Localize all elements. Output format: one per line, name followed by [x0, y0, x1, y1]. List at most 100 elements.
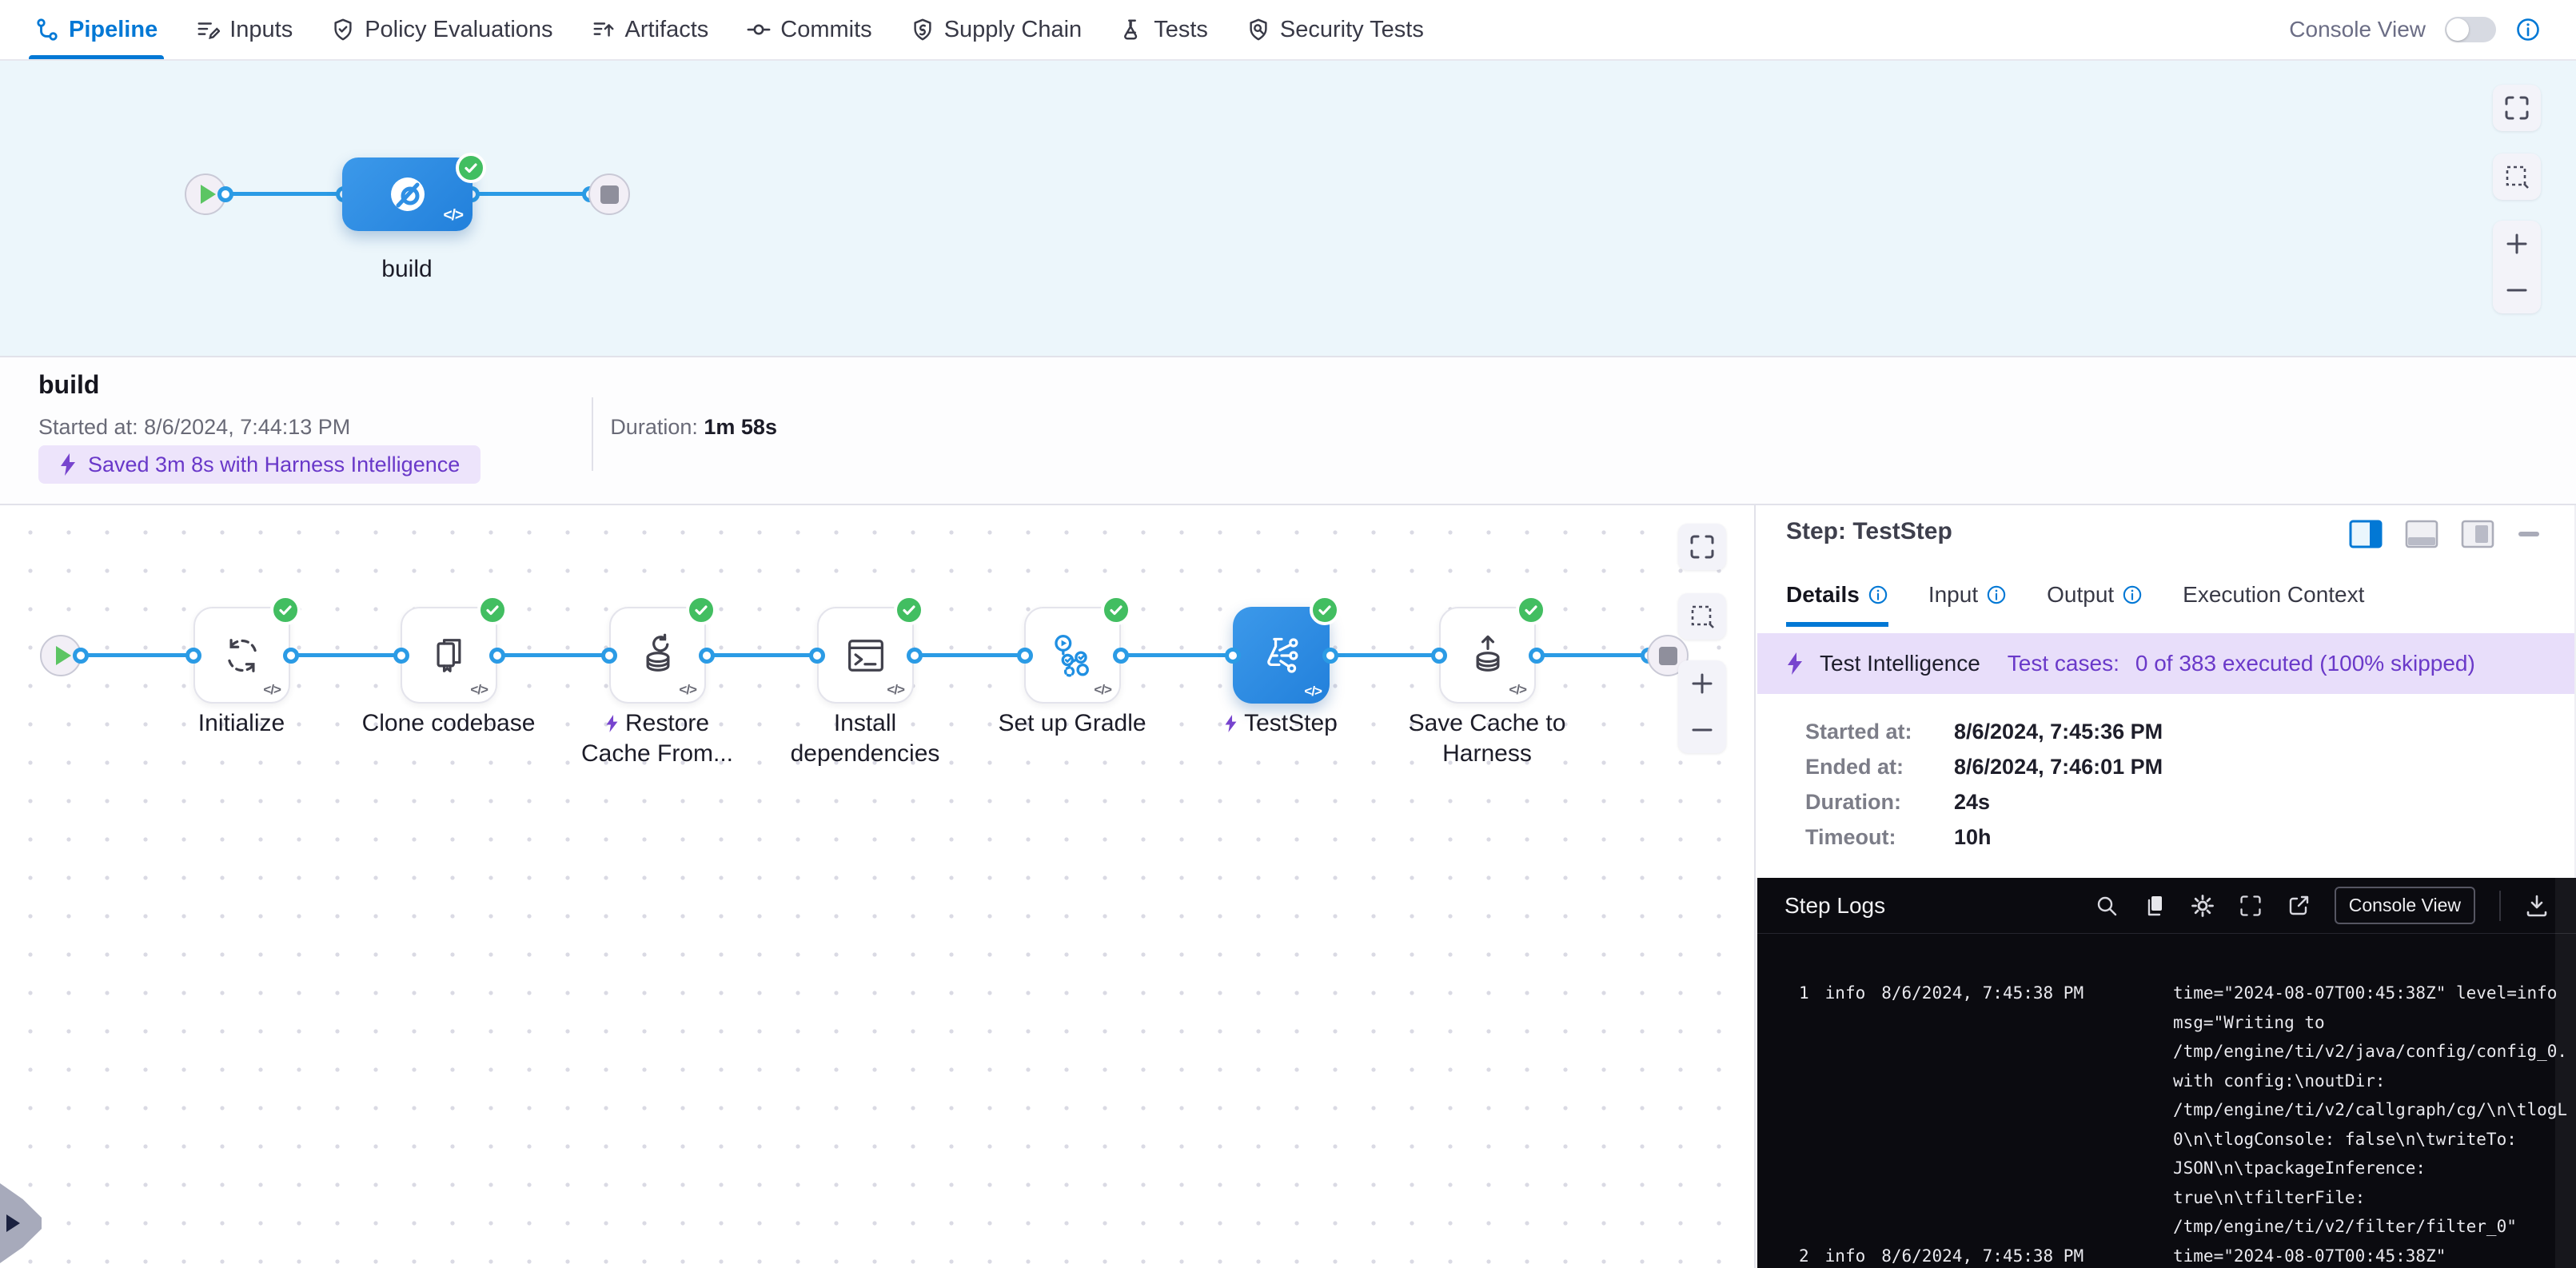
ti-cases-label: Test cases:	[2008, 651, 2119, 676]
tab-security-tests[interactable]: Security Tests	[1246, 0, 1424, 59]
logs-body[interactable]: 1 info 8/6/2024, 7:45:38 PM time="2024-08-…	[1799, 979, 2555, 1268]
layout-bottom-icon[interactable]	[2405, 520, 2438, 548]
terminal-icon	[842, 632, 890, 680]
minimize-icon[interactable]	[2517, 531, 2541, 537]
tab-label: Commits	[780, 17, 871, 43]
success-badge	[894, 595, 924, 625]
started-value: 8/6/2024, 7:44:13 PM	[144, 415, 350, 439]
layout-float-icon[interactable]	[2461, 520, 2494, 548]
edge	[1537, 653, 1649, 657]
console-view-button[interactable]: Console View	[2335, 887, 2475, 924]
sync-icon	[218, 632, 266, 680]
log-line-number: 2	[1799, 1246, 1809, 1266]
tab-label: Policy Evaluations	[365, 17, 552, 43]
info-icon[interactable]	[2515, 17, 2541, 42]
pipeline-icon	[35, 18, 59, 42]
zoom-out-icon[interactable]	[2493, 267, 2541, 313]
detail-row: Timeout:10h	[1805, 825, 1896, 850]
tab-input[interactable]: Input	[1928, 582, 2007, 622]
yaml-code-icon: </>	[679, 682, 696, 698]
savings-text: Saved 3m 8s with Harness Intelligence	[88, 453, 460, 477]
log-message: time="2024-08-07T00:45:38Z"	[2173, 1242, 2555, 1268]
panel-layout-controls	[2349, 520, 2541, 548]
log-line: 2info8/6/2024, 7:45:38 PM time="2024-08-…	[1799, 1242, 2555, 1268]
stage-label[interactable]: build	[271, 254, 543, 285]
port	[699, 648, 715, 664]
log-message: time="2024-08-07T00:45:38Z" level=info m…	[2173, 979, 2567, 1242]
marquee-select-icon[interactable]	[2493, 154, 2541, 200]
harness-intelligence-badge[interactable]: Saved 3m 8s with Harness Intelligence	[38, 445, 481, 484]
tab-output[interactable]: Output	[2047, 582, 2143, 622]
marquee-select-icon[interactable]	[1678, 593, 1726, 640]
stage-meta: Started at: 8/6/2024, 7:44:13 PM Duratio…	[38, 415, 777, 440]
expand-drawer-handle[interactable]	[0, 1183, 42, 1263]
log-time: 8/6/2024, 7:45:38 PM	[1881, 1246, 2084, 1266]
test-intelligence-banner[interactable]: Test Intelligence Test cases: 0 of 383 e…	[1757, 633, 2576, 694]
build-stage-icon	[387, 173, 429, 215]
fullscreen-icon[interactable]	[2239, 894, 2263, 918]
yaml-code-icon: </>	[470, 682, 488, 698]
tab-label: Inputs	[229, 17, 293, 43]
log-level: info	[1825, 983, 1866, 1003]
shield-scan-icon	[1246, 18, 1270, 42]
port	[1017, 648, 1033, 664]
copy-icon[interactable]	[2143, 894, 2167, 918]
info-icon	[2122, 584, 2143, 605]
lightning-icon	[1786, 652, 1804, 676]
step-label[interactable]: Save Cache to Harness	[1351, 708, 1623, 769]
yaml-code-icon: </>	[1094, 682, 1111, 698]
success-badge	[477, 595, 508, 625]
edge	[707, 653, 817, 657]
edge	[81, 653, 193, 657]
cache-restore-icon	[634, 632, 682, 680]
console-view-toggle[interactable]	[2445, 17, 2496, 42]
detail-row: Duration:24s	[1805, 790, 1901, 815]
logs-scrollbar-gutter[interactable]	[2555, 878, 2576, 1268]
port	[1529, 648, 1545, 664]
pipeline-execution-page: Pipeline Inputs Policy Evaluations Artif…	[0, 0, 2576, 1268]
tab-pipeline[interactable]: Pipeline	[35, 0, 158, 59]
chevron-right-icon	[6, 1214, 20, 1232]
tab-supply-chain[interactable]: Supply Chain	[911, 0, 1083, 59]
step-logs-header: Step Logs Console View	[1757, 878, 2576, 934]
layout-split-right-icon[interactable]	[2349, 520, 2383, 548]
shield-check-icon	[331, 18, 355, 42]
port	[809, 648, 825, 664]
edge	[497, 653, 609, 657]
tab-details[interactable]: Details	[1786, 582, 1888, 627]
tab-execution-context[interactable]: Execution Context	[2183, 582, 2364, 622]
stop-icon	[600, 185, 619, 204]
fullscreen-icon[interactable]	[1678, 524, 1726, 570]
tab-artifacts[interactable]: Artifacts	[592, 0, 709, 59]
zoom-in-icon[interactable]	[2493, 221, 2541, 267]
zoom-out-icon[interactable]	[1678, 707, 1726, 753]
success-badge	[456, 153, 486, 183]
stage-node-build[interactable]: </>	[342, 158, 473, 231]
edge	[291, 653, 401, 657]
stage-graph-canvas: </> build	[0, 61, 2576, 357]
log-line: 1info8/6/2024, 7:45:38 PM time="2024-08-…	[1799, 979, 2555, 1242]
tab-commits[interactable]: Commits	[747, 0, 871, 59]
log-line-number: 1	[1799, 983, 1809, 1003]
step-graph-canvas: </> </> </> </> </>	[0, 505, 1756, 1268]
edge	[472, 192, 590, 196]
external-link-icon[interactable]	[2287, 894, 2311, 918]
tab-inputs[interactable]: Inputs	[196, 0, 293, 59]
download-icon[interactable]	[2525, 894, 2549, 918]
port	[489, 648, 505, 664]
logs-toolbar: Console View	[2095, 887, 2549, 924]
console-view-label: Console View	[2289, 17, 2426, 42]
fullscreen-icon[interactable]	[2493, 85, 2541, 131]
zoom-in-icon[interactable]	[1678, 660, 1726, 707]
tab-label: Tests	[1154, 17, 1208, 43]
gear-icon[interactable]	[2191, 894, 2215, 918]
yaml-code-icon: </>	[263, 682, 281, 698]
info-icon	[1868, 584, 1888, 605]
search-icon[interactable]	[2095, 894, 2119, 918]
detail-row: Ended at:8/6/2024, 7:46:01 PM	[1805, 755, 1904, 780]
yaml-code-icon: </>	[1304, 684, 1322, 700]
lightning-icon	[1224, 714, 1238, 733]
tab-policy-evaluations[interactable]: Policy Evaluations	[331, 0, 552, 59]
tab-tests[interactable]: Tests	[1120, 0, 1208, 59]
info-icon	[1986, 584, 2007, 605]
